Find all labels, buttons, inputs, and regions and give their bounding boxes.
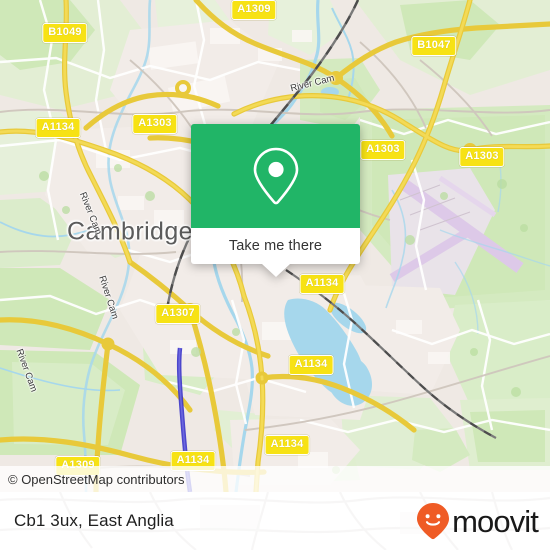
road-shield-a1134-mid[interactable]: A1134 [299,274,345,294]
map-viewport[interactable]: Cambridge River Cam River Cam River Cam … [0,0,550,492]
road-shield-a1303-east[interactable]: A1303 [459,147,505,167]
road-shield-a1303-west[interactable]: A1303 [132,114,178,134]
footer-bar: Cb1 3ux, East Anglia moovit [0,492,550,550]
card-pointer-tail [261,264,290,277]
location-info-card[interactable]: Take me there [191,124,360,277]
road-shield-b1049[interactable]: B1049 [42,23,88,43]
road-shield-b1047[interactable]: B1047 [411,36,457,56]
map-attribution: © OpenStreetMap contributors [0,466,550,492]
page-title: Cb1 3ux, East Anglia [14,511,174,530]
road-shield-a1303-mid[interactable]: A1303 [360,140,406,160]
map-pin-icon [253,147,298,205]
place-label-cambridge: Cambridge [67,217,193,246]
road-shield-a1309-north[interactable]: A1309 [231,0,277,20]
map-canvas[interactable]: Cambridge River Cam River Cam River Cam … [0,0,550,492]
card-icon-panel [191,124,360,228]
road-shield-a1134-south[interactable]: A1134 [288,355,334,375]
moovit-brand[interactable]: moovit [416,502,539,540]
take-me-there-label: Take me there [228,238,323,254]
card-action-panel[interactable]: Take me there [191,228,360,264]
attribution-text: © OpenStreetMap contributors [8,471,185,487]
road-shield-a1134-lower[interactable]: A1134 [264,435,310,455]
road-shield-a1307[interactable]: A1307 [155,304,201,324]
moovit-wordmark: moovit [452,503,539,539]
road-shield-a1134-west[interactable]: A1134 [35,118,81,138]
map-screen: Cambridge River Cam River Cam River Cam … [0,0,550,550]
moovit-smiley-pin-icon [417,503,450,540]
